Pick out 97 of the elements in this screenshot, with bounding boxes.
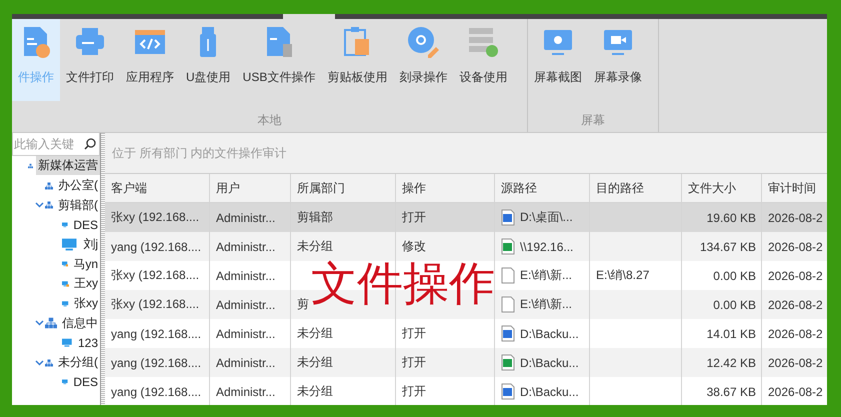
operation-cell: 打开 — [402, 325, 426, 342]
user-cell: Administr... — [216, 298, 276, 312]
file-size-cell: 0.00 KB — [713, 298, 756, 312]
tree-item[interactable]: 新媒体运营 — [36, 156, 100, 176]
department-cell: 剪辑部 — [297, 209, 333, 226]
operation-cell: 修改 — [402, 238, 426, 255]
search-icon[interactable] — [84, 138, 96, 150]
org-chart-icon — [45, 316, 57, 330]
department-cell: 未分组 — [297, 238, 333, 255]
operation-cell: 打开 — [402, 354, 426, 371]
tree-item[interactable]: DES — [71, 216, 100, 233]
tree-item[interactable]: 王xy — [72, 274, 100, 294]
ribbon-group-label: 屏幕 — [580, 112, 606, 129]
ribbon-button[interactable]: 文件打印 — [60, 19, 120, 101]
audit-time-cell: 2026-08-2 — [768, 356, 823, 370]
user-cell: Administr... — [216, 210, 276, 224]
file-size-cell: 0.00 KB — [713, 268, 756, 282]
client-cell: 张xy (192.168.... — [111, 296, 200, 313]
user-cell: Administr... — [216, 384, 276, 398]
user-cell: Administr... — [216, 326, 276, 340]
breadcrumb-text: 位于 所有部门 内的文件操作审计 — [105, 133, 827, 174]
tree-item[interactable]: DES — [71, 374, 100, 390]
tree-item[interactable]: 123 — [76, 335, 100, 352]
audit-time-cell: 2026-08-2 — [768, 384, 823, 398]
client-cell: yang (192.168.... — [111, 356, 202, 370]
source-path-cell: D:\Backu... — [520, 356, 579, 370]
blank-document-icon — [501, 267, 515, 284]
audit-time-cell: 2026-08-2 — [768, 210, 823, 224]
column-header[interactable]: 操作 — [396, 174, 495, 202]
file-size-cell: 19.60 KB — [706, 210, 756, 224]
ribbon-button[interactable]: 刻录操作 — [393, 19, 454, 101]
tree-item[interactable]: 未分组( — [56, 353, 100, 372]
client-cell: 张xy (192.168.... — [111, 209, 200, 226]
search-field[interactable]: 此输入关键 — [12, 133, 100, 156]
word-document-icon — [501, 325, 515, 342]
column-header[interactable]: 客户端 — [105, 174, 210, 202]
ribbon-group-label: 本地 — [256, 112, 282, 129]
column-header[interactable]: 文件大小 — [682, 174, 762, 202]
audit-time-cell: 2026-08-2 — [768, 326, 823, 340]
tree-item[interactable]: 办公室( — [56, 176, 100, 196]
expand-caret-icon[interactable] — [34, 360, 44, 366]
audit-time-cell: 2026-08-2 — [768, 298, 823, 312]
table-row[interactable]: 张xy (192.168.... Administr... 剪辑部 打开 D:\桌面\... 19.60 KB 2026-08-2 — [105, 203, 827, 232]
source-path-cell: D:\Backu... — [520, 384, 579, 398]
operation-cell: 打开 — [402, 383, 426, 400]
user-cell: Administr... — [216, 356, 276, 370]
server-check-icon — [466, 25, 500, 59]
client-cell: 张xy (192.168.... — [111, 267, 200, 284]
tree-item[interactable]: 马yn — [71, 254, 100, 274]
user-cell: Administr... — [216, 268, 276, 282]
ribbon-button[interactable]: 屏幕截图 — [528, 19, 588, 101]
blank-document-icon — [501, 296, 515, 313]
ribbon-button[interactable]: 剪贴板使用 — [321, 19, 394, 101]
file-size-cell: 12.42 KB — [706, 356, 756, 370]
tree-item[interactable]: 刘j — [81, 235, 100, 254]
source-path-cell: \\192.16... — [520, 240, 574, 254]
spreadsheet-icon — [501, 354, 515, 371]
department-cell: 未分组 — [297, 325, 333, 342]
column-header[interactable]: 所属部门 — [291, 174, 396, 202]
ribbon-button[interactable]: 应用程序 — [120, 19, 180, 101]
table-row[interactable]: yang (192.168.... Administr... 未分组 修改 \\192.16... 134.67 KB 2026-08-2 — [105, 232, 827, 261]
ribbon-button[interactable]: 屏幕录像 — [588, 19, 648, 101]
source-path-cell: D:\桌面\... — [520, 209, 573, 226]
table-row[interactable]: yang (192.168.... Administr... 未分组 打开 D:\Backu... 12.42 KB 2026-08-2 — [105, 348, 827, 377]
column-header[interactable]: 目的路径 — [590, 174, 682, 202]
department-cell: 未分组 — [297, 383, 333, 400]
disc-pen-icon — [406, 25, 440, 59]
word-document-icon — [501, 383, 515, 400]
source-path-cell: D:\Backu... — [520, 326, 579, 340]
spreadsheet-icon — [501, 238, 515, 255]
file-size-cell: 134.67 KB — [700, 240, 756, 254]
expand-caret-icon[interactable] — [34, 202, 44, 208]
target-path-cell: E:\绡\8.27 — [596, 267, 650, 284]
user-cell: Administr... — [216, 240, 276, 254]
source-path-cell: E:\绡\新... — [520, 296, 572, 313]
ribbon-button[interactable]: U盘使用 — [180, 19, 237, 101]
file-size-cell: 38.67 KB — [706, 384, 756, 398]
department-cell: 剪 — [297, 296, 309, 313]
client-cell: yang (192.168.... — [111, 240, 202, 254]
column-header[interactable]: 审计时间 — [762, 174, 827, 202]
tree-item[interactable]: 信息中 — [60, 314, 100, 333]
operation-cell: 打开 — [402, 209, 426, 226]
source-path-cell: E:\绡\新... — [520, 267, 572, 284]
tree-item[interactable]: 张xy — [72, 294, 100, 314]
client-cell: yang (192.168.... — [111, 384, 202, 398]
audit-time-cell: 2026-08-2 — [768, 240, 823, 254]
word-document-icon — [501, 209, 515, 226]
column-header[interactable]: 用户 — [210, 174, 291, 202]
file-size-cell: 14.01 KB — [706, 326, 756, 340]
audit-time-cell: 2026-08-2 — [768, 268, 823, 282]
expand-caret-icon[interactable] — [34, 320, 44, 326]
department-cell: 未分组 — [297, 354, 333, 371]
column-header[interactable]: 源路径 — [495, 174, 590, 202]
ribbon-button[interactable]: USB文件操作 — [236, 19, 322, 101]
tree-item[interactable]: 剪辑部( — [56, 196, 100, 215]
client-cell: yang (192.168.... — [111, 326, 202, 340]
ribbon-button[interactable]: 设备使用 — [453, 19, 514, 101]
